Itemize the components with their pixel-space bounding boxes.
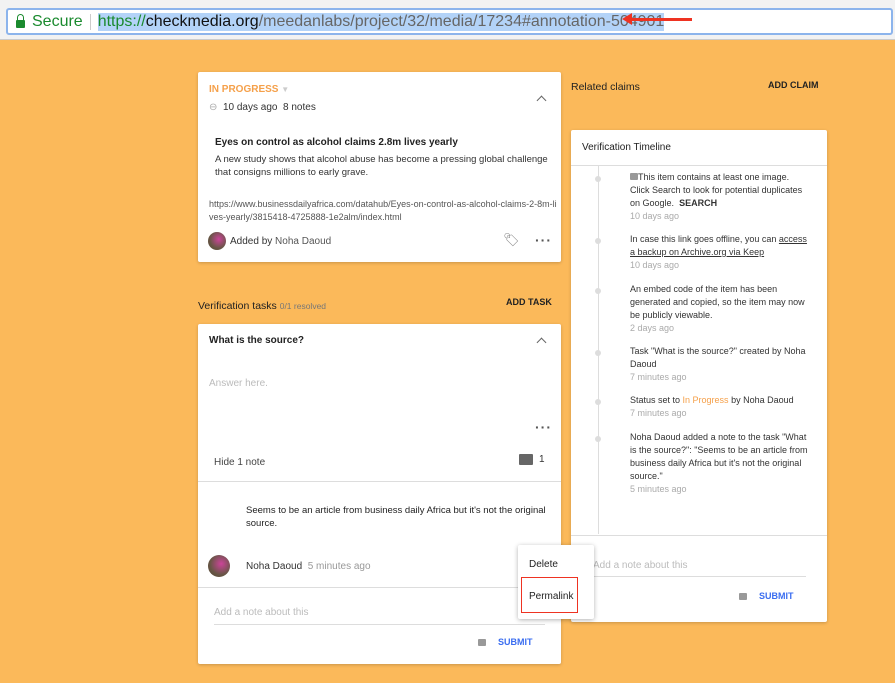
- answer-input[interactable]: Answer here.: [209, 378, 268, 389]
- notes-count[interactable]: 8 notes: [283, 102, 316, 113]
- status-label: IN PROGRESS: [209, 84, 279, 95]
- timeline-time: 10 days ago: [630, 211, 680, 221]
- divider: [571, 165, 827, 166]
- related-claims-label: Related claims: [571, 81, 640, 93]
- avatar: [208, 555, 230, 577]
- added-by-prefix: Added by: [230, 236, 273, 247]
- added-by-user[interactable]: Noha Daoud: [275, 236, 331, 247]
- collapse-icon[interactable]: [536, 95, 547, 106]
- secure-label: Secure: [32, 12, 83, 30]
- timeline-text: Status set to: [630, 395, 683, 405]
- timeline-title: Verification Timeline: [582, 142, 671, 153]
- media-title: Eyes on control as alcohol claims 2.8m l…: [215, 137, 458, 148]
- timeline-item: In case this link goes offline, you can …: [630, 233, 810, 272]
- timeline-dot: [595, 238, 601, 244]
- note-text: Seems to be an article from business dai…: [246, 505, 546, 529]
- tag-icon[interactable]: 🏷︎: [503, 232, 520, 248]
- media-description: A new study shows that alcohol abuse has…: [215, 154, 548, 178]
- timeline-text: Noha Daoud added a note to the task "Wha…: [630, 432, 808, 481]
- tasks-heading: Verification tasks 0/1 resolved: [198, 300, 326, 312]
- chevron-down-icon: ▼: [281, 85, 290, 94]
- timeline-dot: [595, 350, 601, 356]
- timeline-time: 7 minutes ago: [630, 408, 687, 418]
- collapse-icon[interactable]: [536, 337, 547, 348]
- note-time: 5 minutes ago: [307, 561, 371, 572]
- timeline-dot: [595, 288, 601, 294]
- added-by: Added by Noha Daoud: [230, 236, 331, 247]
- timeline-dot: [595, 176, 601, 182]
- note-context-menu: Delete Permalink: [518, 545, 594, 619]
- more-icon[interactable]: ···: [535, 419, 552, 435]
- menu-item-delete[interactable]: Delete: [529, 559, 558, 570]
- tasks-resolved: 0/1 resolved: [279, 301, 327, 311]
- timeline-dot: [595, 436, 601, 442]
- timeline-time: 7 minutes ago: [630, 372, 687, 382]
- timeline-item: Task "What is the source?" created by No…: [630, 345, 810, 384]
- media-meta: ⊖ 10 days ago 8 notes: [209, 102, 316, 113]
- timeline-text: Task "What is the source?" created by No…: [630, 346, 806, 369]
- tasks-label: Verification tasks: [198, 300, 277, 312]
- red-arrow-annotation: [622, 13, 692, 25]
- url-text[interactable]: https://checkmedia.org/meedanlabs/projec…: [97, 12, 665, 31]
- status-dropdown[interactable]: IN PROGRESS ▼: [209, 84, 289, 95]
- divider: [571, 535, 827, 536]
- media-link[interactable]: https://www.businessdailyafrica.com/data…: [209, 198, 559, 224]
- status-text: In Progress: [682, 395, 729, 405]
- lock-icon: [16, 13, 25, 28]
- task-card: What is the source? Answer here. ··· Hid…: [198, 324, 561, 664]
- menu-item-permalink[interactable]: Permalink: [529, 591, 573, 602]
- note-meta: Noha Daoud 5 minutes ago: [246, 561, 371, 572]
- url-domain: checkmedia.org: [145, 12, 259, 30]
- avatar: [208, 232, 226, 250]
- timeline-submit-button[interactable]: SUBMIT: [759, 591, 794, 601]
- note-input[interactable]: Add a note about this: [214, 607, 545, 625]
- media-card: IN PROGRESS ▼ ⊖ 10 days ago 8 notes Eyes…: [198, 72, 561, 262]
- search-button[interactable]: SEARCH: [679, 198, 717, 208]
- divider: [198, 587, 561, 588]
- image-upload-icon[interactable]: [739, 593, 747, 600]
- comment-icon: [519, 454, 533, 465]
- timeline-time: 5 minutes ago: [630, 484, 687, 494]
- timeline-item: Noha Daoud added a note to the task "Wha…: [630, 431, 810, 496]
- add-task-button[interactable]: ADD TASK: [506, 297, 552, 307]
- image-upload-icon[interactable]: [478, 639, 486, 646]
- hide-notes-button[interactable]: Hide 1 note: [214, 457, 265, 468]
- media-age: 10 days ago: [222, 102, 278, 113]
- add-claim-button[interactable]: ADD CLAIM: [768, 80, 819, 90]
- timeline-time: 2 days ago: [630, 323, 675, 333]
- url-scheme: https://: [97, 12, 146, 30]
- timeline-note-input[interactable]: Add a note about this: [593, 560, 806, 577]
- timeline-item: An embed code of the item has been gener…: [630, 283, 810, 335]
- more-icon[interactable]: ···: [535, 232, 552, 248]
- timeline-text: by Noha Daoud: [728, 395, 794, 405]
- submit-note-button[interactable]: SUBMIT: [498, 637, 533, 647]
- timeline-text: An embed code of the item has been gener…: [630, 284, 805, 320]
- image-icon: [630, 173, 638, 180]
- timeline-time: 10 days ago: [630, 260, 680, 270]
- timeline-item: This item contains at least one image. C…: [630, 171, 810, 223]
- url-path: /meedanlabs/project/32/media/17234#annot…: [258, 12, 665, 30]
- timeline-item: Status set to In Progress by Noha Daoud 7…: [630, 394, 810, 420]
- divider: [89, 13, 91, 30]
- divider: [198, 481, 561, 482]
- address-bar[interactable]: Secure https://checkmedia.org/meedanlabs…: [6, 8, 893, 35]
- note-author[interactable]: Noha Daoud: [246, 561, 302, 572]
- timeline-text: In case this link goes offline, you can: [630, 234, 779, 244]
- note-count: 1: [539, 454, 545, 465]
- timeline-dot: [595, 399, 601, 405]
- link-icon: ⊖: [209, 102, 218, 113]
- task-question: What is the source?: [209, 335, 305, 346]
